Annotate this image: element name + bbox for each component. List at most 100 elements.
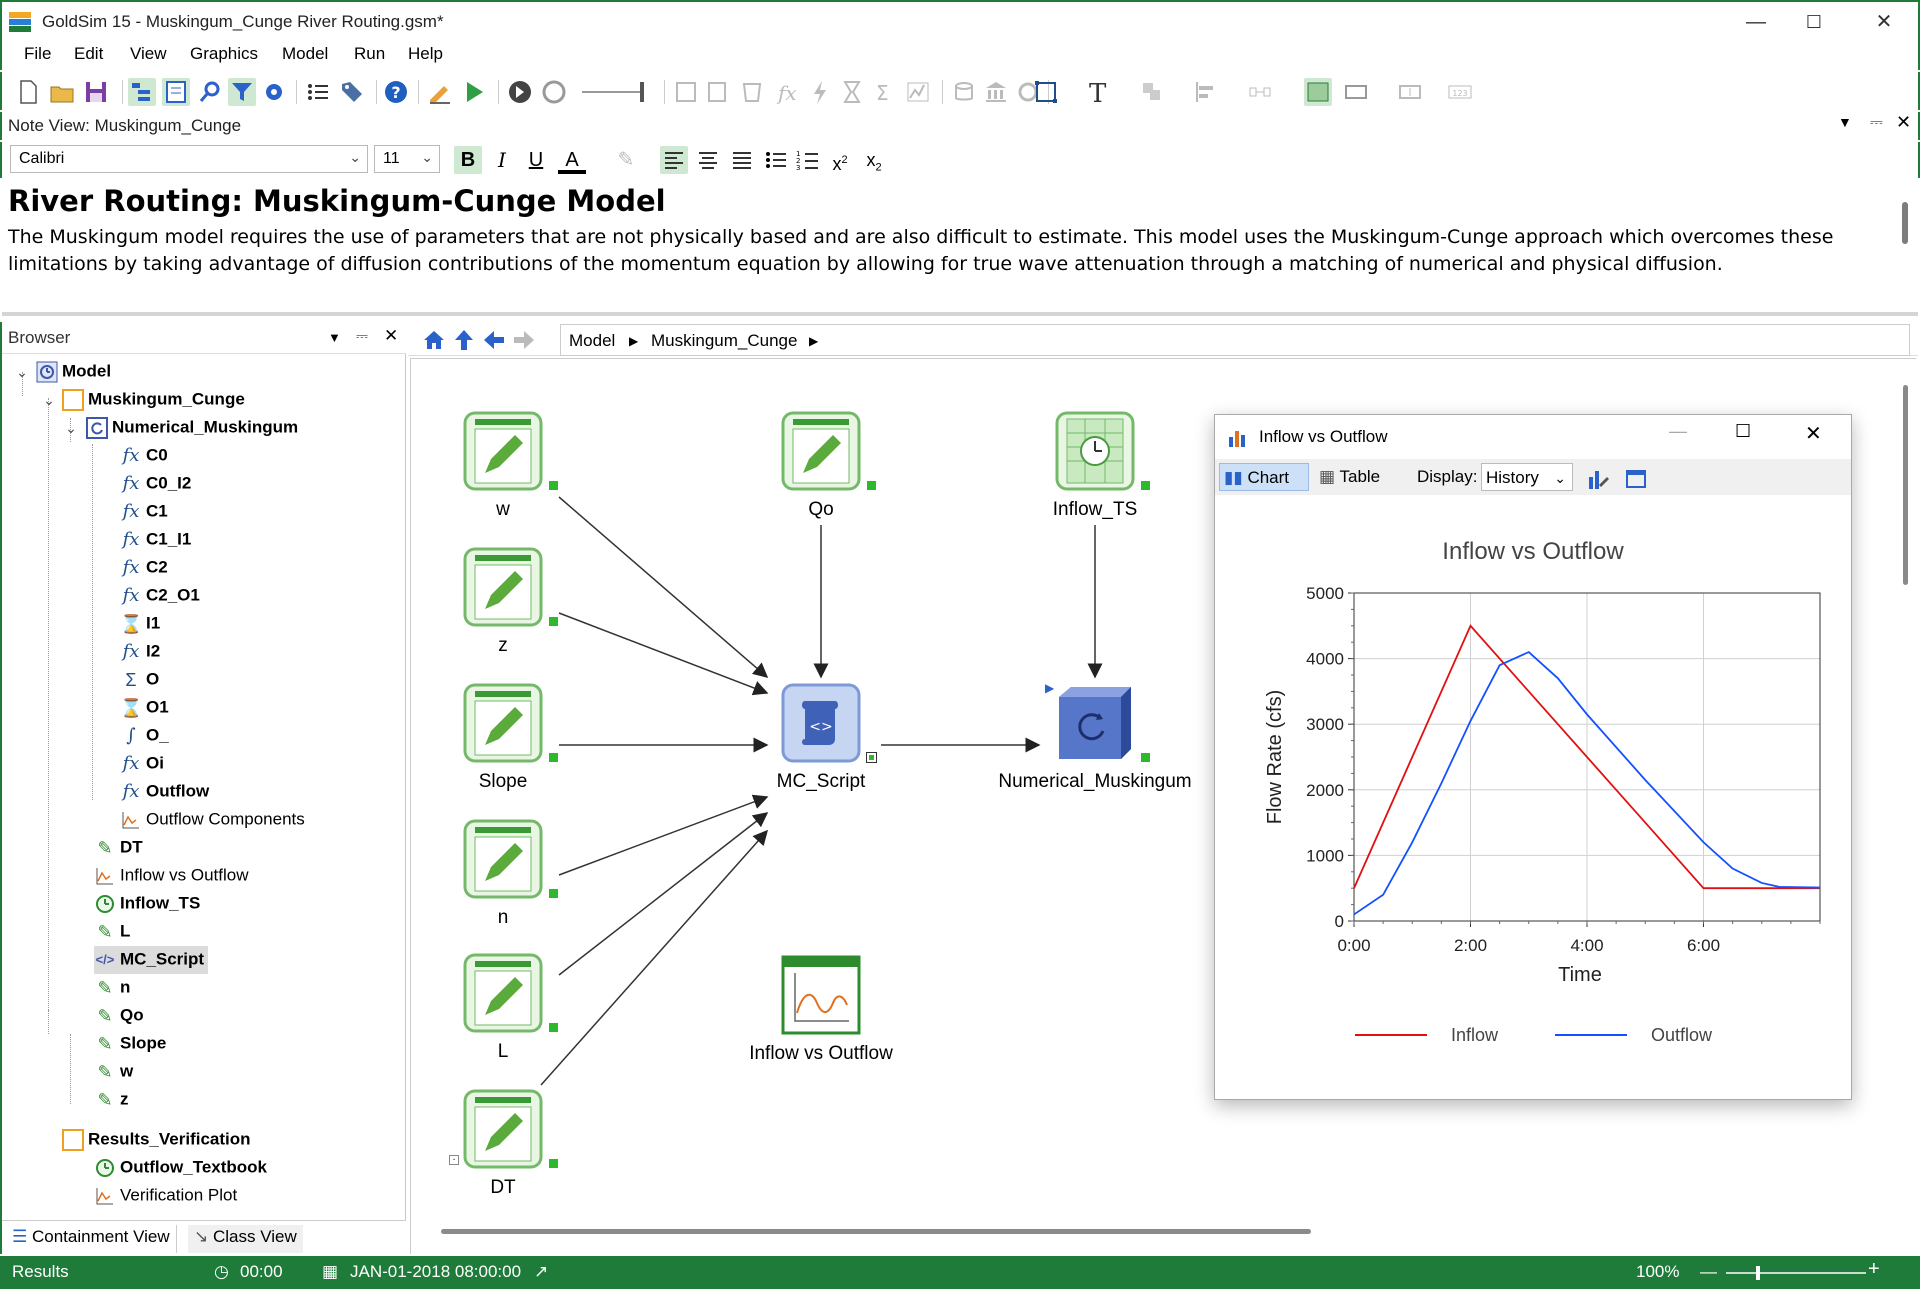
data-node-slope[interactable] bbox=[463, 683, 558, 763]
table-tab[interactable]: ▦ Table bbox=[1315, 463, 1395, 491]
font-size-select[interactable]: 11 ⌄ bbox=[374, 145, 440, 173]
tree-item-verification-plot[interactable]: Verification Plot bbox=[94, 1182, 237, 1210]
data-node-w[interactable] bbox=[463, 411, 558, 491]
tree-item-c1-i1[interactable]: fx C1_I1 bbox=[120, 526, 192, 554]
note-content[interactable]: River Routing: Muskingum-Cunge Model The… bbox=[2, 180, 1918, 316]
breadcrumb-separator-icon[interactable]: ▶ bbox=[629, 334, 638, 348]
back-arrow-icon[interactable] bbox=[482, 328, 506, 352]
horizontal-scrollbar[interactable] bbox=[441, 1229, 1311, 1234]
tree-item-muskingum-cunge[interactable]: Muskingum_Cunge bbox=[62, 386, 245, 414]
tree-item-w[interactable]: ✎ w bbox=[94, 1058, 133, 1086]
pane-close-icon[interactable]: ✕ bbox=[384, 326, 398, 346]
tree-item-i2[interactable]: fx I2 bbox=[120, 638, 161, 666]
filter-icon[interactable] bbox=[228, 78, 256, 106]
tree-item-o-underscore[interactable]: ∫ O_ bbox=[120, 722, 168, 750]
select-shape-icon[interactable] bbox=[1032, 78, 1060, 106]
justify-icon[interactable] bbox=[728, 146, 756, 174]
chart-tab[interactable]: ▮▮ Chart bbox=[1219, 463, 1309, 491]
event-icon[interactable] bbox=[806, 78, 834, 106]
tree-item-c0[interactable]: fx C0 bbox=[120, 442, 168, 470]
tree-item-c2-o1[interactable]: fx C2_O1 bbox=[120, 582, 200, 610]
superscript-icon[interactable]: x2 bbox=[826, 146, 854, 174]
chart-export-icon[interactable] bbox=[1625, 467, 1649, 491]
frame-icon[interactable] bbox=[1342, 78, 1370, 106]
data-node-n[interactable] bbox=[463, 819, 558, 899]
align-left-icon[interactable] bbox=[1192, 78, 1220, 106]
note-scrollbar[interactable] bbox=[1902, 202, 1908, 244]
bold-icon[interactable]: B bbox=[454, 146, 482, 174]
tree-item-c0-i2[interactable]: fx C0_I2 bbox=[120, 470, 192, 498]
chart-minimize-button[interactable]: — bbox=[1669, 421, 1687, 442]
pane-menu-icon[interactable]: ▼ bbox=[1838, 114, 1852, 130]
database-icon[interactable] bbox=[950, 78, 978, 106]
speed-slider[interactable] bbox=[580, 78, 652, 106]
grid-icon[interactable] bbox=[672, 78, 700, 106]
text-tool-icon[interactable]: T bbox=[1084, 78, 1112, 106]
export-status-icon[interactable]: ↗ bbox=[534, 1262, 548, 1282]
reset-icon[interactable] bbox=[540, 78, 568, 106]
group-icon[interactable] bbox=[1138, 78, 1166, 106]
tree-item-o[interactable]: ΣO bbox=[120, 666, 159, 694]
container-node-numerical[interactable] bbox=[1055, 683, 1150, 763]
search-icon[interactable] bbox=[196, 78, 224, 106]
browser-toggle-icon[interactable] bbox=[128, 78, 156, 106]
step-icon[interactable] bbox=[506, 78, 534, 106]
help-icon[interactable]: ? bbox=[382, 78, 410, 106]
underline-icon[interactable]: U bbox=[522, 146, 550, 174]
menu-help[interactable]: Help bbox=[408, 44, 443, 64]
distribute-icon[interactable] bbox=[1246, 78, 1274, 106]
minimize-button[interactable]: — bbox=[1738, 8, 1774, 36]
data-node-qo[interactable] bbox=[781, 411, 876, 491]
sigma-icon[interactable]: Σ bbox=[870, 78, 898, 106]
menu-run[interactable]: Run bbox=[354, 44, 385, 64]
chart-maximize-button[interactable]: ☐ bbox=[1735, 421, 1751, 442]
menu-model[interactable]: Model bbox=[282, 44, 328, 64]
pane-menu-icon[interactable]: ▼ bbox=[328, 330, 341, 345]
pane-close-icon[interactable]: ✕ bbox=[1896, 112, 1911, 133]
tree-item-inflow-vs-outflow[interactable]: Inflow vs Outflow bbox=[94, 862, 249, 890]
edit-mode-icon[interactable] bbox=[426, 78, 454, 106]
italic-icon[interactable]: I bbox=[488, 146, 516, 174]
chart-properties-icon[interactable] bbox=[1587, 467, 1611, 491]
menu-graphics[interactable]: Graphics bbox=[190, 44, 258, 64]
maximize-button[interactable]: ☐ bbox=[1796, 8, 1832, 36]
tree-item-i1[interactable]: ⌛ I1 bbox=[120, 610, 160, 638]
font-family-select[interactable]: Calibri ⌄ bbox=[10, 145, 368, 173]
edit-doc-icon[interactable] bbox=[704, 78, 732, 106]
pin-icon[interactable]: ⎓ bbox=[1870, 114, 1883, 132]
highlight-icon[interactable]: ✎ bbox=[612, 146, 640, 174]
display-select[interactable]: History ⌄ bbox=[1481, 463, 1573, 491]
tree-item-inflow-ts[interactable]: Inflow_TS bbox=[94, 890, 200, 918]
data-node-l[interactable] bbox=[463, 953, 558, 1033]
hourglass-icon[interactable] bbox=[838, 78, 866, 106]
tree-item-c1[interactable]: fx C1 bbox=[120, 498, 168, 526]
list-icon[interactable] bbox=[304, 78, 332, 106]
note-pane-icon[interactable] bbox=[162, 78, 190, 106]
data-node-dt[interactable] bbox=[463, 1089, 558, 1169]
tree-item-results-verification[interactable]: Results_Verification bbox=[62, 1126, 251, 1154]
tab-class-view[interactable]: ↘ Class View bbox=[188, 1225, 303, 1253]
menu-file[interactable]: File bbox=[24, 44, 51, 64]
align-center-icon[interactable] bbox=[694, 146, 722, 174]
chart-plot[interactable]: Inflow vs Outflow 010002000300040005000 … bbox=[1215, 495, 1851, 1099]
script-node[interactable]: <> bbox=[781, 683, 877, 763]
tree-item-o1[interactable]: ⌛ O1 bbox=[120, 694, 169, 722]
forward-arrow-icon[interactable] bbox=[512, 328, 536, 352]
vertical-scrollbar[interactable] bbox=[1903, 385, 1908, 585]
tree-item-numerical-muskingum[interactable]: Numerical_Muskingum bbox=[86, 414, 298, 442]
tree-item-n[interactable]: ✎ n bbox=[94, 974, 130, 1002]
breadcrumb-muskingum-cunge[interactable]: Muskingum_Cunge bbox=[651, 331, 797, 351]
zoom-out-button[interactable]: — bbox=[1700, 1262, 1717, 1282]
time-series-node[interactable] bbox=[1055, 411, 1150, 491]
pin-icon[interactable]: ⎓ bbox=[356, 328, 368, 345]
label-icon[interactable] bbox=[1396, 78, 1424, 106]
tree-item-slope[interactable]: ✎ Slope bbox=[94, 1030, 166, 1058]
tree-item-qo[interactable]: ✎ Qo bbox=[94, 1002, 143, 1030]
close-button[interactable]: ✕ bbox=[1866, 8, 1902, 36]
numeric-display-icon[interactable]: 123 bbox=[1446, 78, 1474, 106]
tree-item-model[interactable]: Model bbox=[36, 358, 111, 386]
save-icon[interactable] bbox=[82, 78, 110, 106]
background-icon[interactable] bbox=[1304, 78, 1332, 106]
tree-item-c2[interactable]: fx C2 bbox=[120, 554, 168, 582]
chart-close-button[interactable]: ✕ bbox=[1805, 421, 1822, 446]
